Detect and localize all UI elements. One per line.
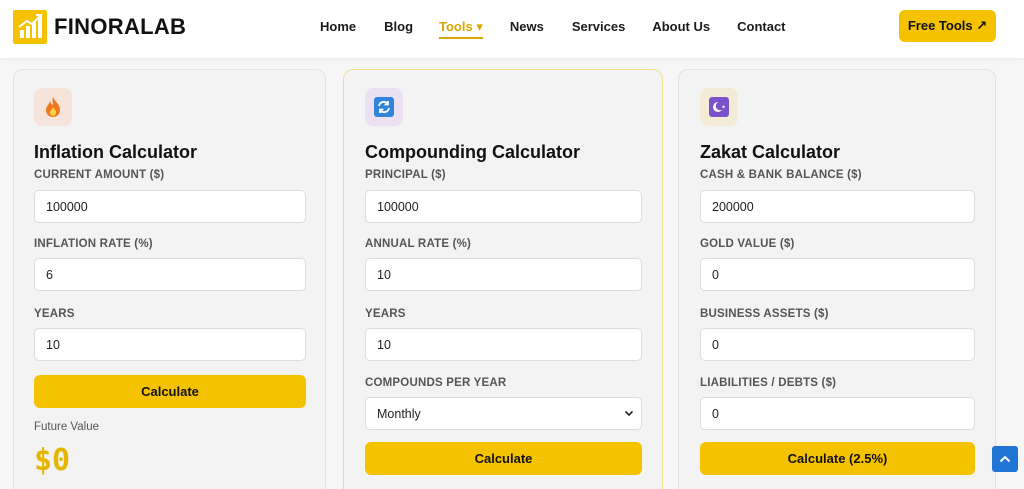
inflation-calculator-card: Inflation Calculator CURRENT AMOUNT ($) … [13,69,326,489]
liabilities-debts-input[interactable]: 0 [700,397,975,430]
principal-input[interactable]: 100000 [365,190,642,223]
zakat-calculate-button[interactable]: Calculate (2.5%) [700,442,975,475]
cash-bank-balance-label: CASH & BANK BALANCE ($) [700,169,862,181]
nav-home[interactable]: Home [320,19,356,35]
refresh-icon [365,88,403,126]
annual-rate-input[interactable]: 10 [365,258,642,291]
cash-bank-balance-input[interactable]: 200000 [700,190,975,223]
compounding-years-label: YEARS [365,308,406,320]
nav-contact[interactable]: Contact [737,19,785,35]
inflation-years-label: YEARS [34,308,75,320]
compounding-years-input[interactable]: 10 [365,328,642,361]
zakat-card-title: Zakat Calculator [700,142,841,162]
compounds-per-year-label: COMPOUNDS PER YEAR [365,377,507,389]
compounding-calculate-button[interactable]: Calculate [365,442,642,475]
current-amount-label: CURRENT AMOUNT ($) [34,169,165,181]
main-nav: Home Blog Tools ▾ News Services About Us… [320,19,786,39]
brand-name: FINORALAB [54,14,187,39]
nav-about-us[interactable]: About Us [652,19,710,35]
inflation-years-input[interactable]: 10 [34,328,306,361]
inflation-rate-input[interactable]: 6 [34,258,306,291]
scroll-to-top-button[interactable] [992,446,1018,472]
crescent-star-icon [700,88,738,126]
inflation-calculate-button[interactable]: Calculate [34,375,306,408]
nav-news[interactable]: News [510,19,544,35]
annual-rate-label: ANNUAL RATE (%) [365,238,472,250]
compounding-card-title: Compounding Calculator [365,142,580,162]
site-header: FINORALAB Home Blog Tools ▾ News Service… [0,0,1024,58]
business-assets-label: BUSINESS ASSETS ($) [700,308,829,320]
compounding-calculator-card: Compounding Calculator PRINCIPAL ($) 100… [343,69,663,489]
principal-label: PRINCIPAL ($) [365,169,446,181]
free-tools-button[interactable]: Free Tools ↗ [899,10,996,42]
business-assets-input[interactable]: 0 [700,328,975,361]
gold-value-label: GOLD VALUE ($) [700,238,795,250]
future-value-label: Future Value [34,421,99,433]
compounds-per-year-value: Monthly [377,406,421,421]
nav-blog[interactable]: Blog [384,19,413,35]
inflation-rate-label: INFLATION RATE (%) [34,238,153,250]
chevron-up-icon [999,455,1011,463]
nav-tools[interactable]: Tools ▾ [439,19,483,39]
zakat-calculator-card: Zakat Calculator CASH & BANK BALANCE ($)… [678,69,996,489]
gold-value-input[interactable]: 0 [700,258,975,291]
compounds-per-year-select[interactable]: Monthly [365,397,642,430]
future-value-amount: $0 [34,443,71,478]
nav-services[interactable]: Services [572,19,626,35]
chevron-down-icon [624,410,634,417]
bar-chart-logo-icon [13,10,47,44]
inflation-card-title: Inflation Calculator [34,142,198,162]
brand-logo[interactable]: FINORALAB [13,10,186,44]
current-amount-input[interactable]: 100000 [34,190,306,223]
fire-icon [34,88,72,126]
liabilities-debts-label: LIABILITIES / DEBTS ($) [700,377,837,389]
